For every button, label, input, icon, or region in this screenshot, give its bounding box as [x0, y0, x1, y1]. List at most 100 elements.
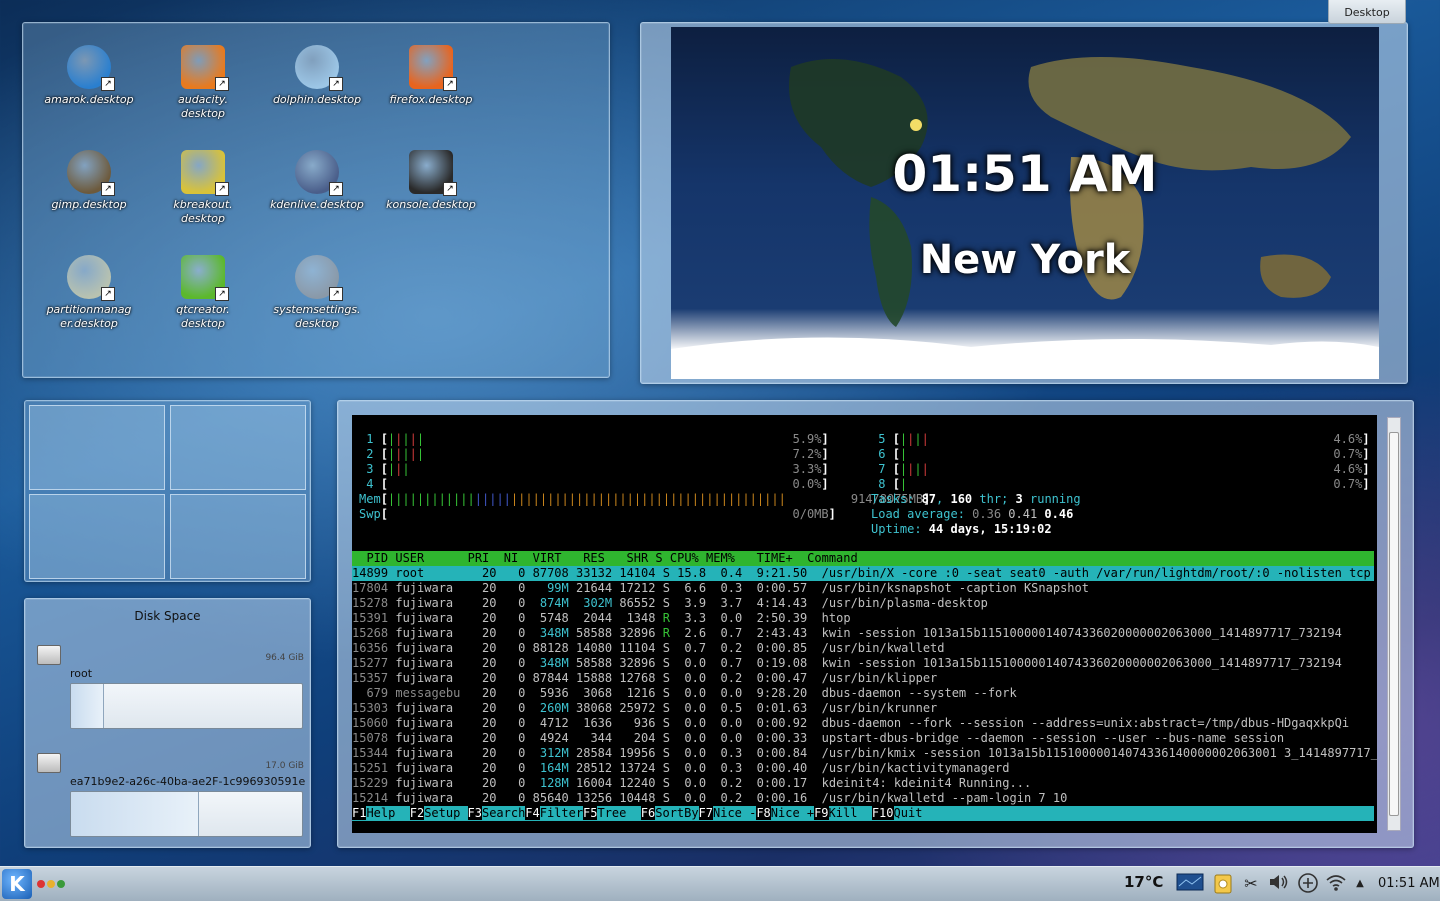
desktop-icon-partitionmanager[interactable]: ↗ partitionmanag er.desktop — [37, 255, 141, 331]
desktop-icon-firefox[interactable]: ↗ firefox.desktop — [379, 45, 483, 107]
desktop-icon-systemsettings[interactable]: ↗ systemsettings. desktop — [265, 255, 369, 331]
pager-desktop-2[interactable] — [170, 405, 306, 490]
disk-name: root — [70, 667, 93, 680]
activity-yellow-dot-icon[interactable] — [47, 880, 55, 888]
clock-time: 01:51 AM — [892, 145, 1158, 203]
clipboard-icon[interactable] — [1212, 872, 1234, 896]
desktop-icon-label-line2: er.desktop — [60, 317, 118, 330]
desktop-icon-amarok[interactable]: ↗ amarok.desktop — [37, 45, 141, 107]
pager-desktop-1[interactable] — [29, 405, 165, 490]
scissors-icon[interactable]: ✂ — [1240, 872, 1262, 896]
shortcut-arrow-icon: ↗ — [101, 182, 115, 196]
disk-name: ea71b9e2-a26c-40ba-ae2F-1c996930591e — [70, 775, 306, 788]
cpu-meter-6: 6 [| 0.7%] — [871, 447, 1370, 461]
activity-green-dot-icon[interactable] — [57, 880, 65, 888]
htop-fkey-f3[interactable]: F3Search — [467, 806, 525, 821]
desktop-icon-kdenlive[interactable]: ↗ kdenlive.desktop — [265, 150, 369, 212]
htop-process-row[interactable]: 15060 fujiwara 20 0 4712 1636 936 S 0.0 … — [352, 716, 1374, 731]
htop-process-row[interactable]: 15277 fujiwara 20 0 348M 58588 32896 S 0… — [352, 656, 1374, 671]
cpu-meter-7: 7 [|||| 4.6%] — [871, 462, 1370, 476]
htop-process-row[interactable]: 15303 fujiwara 20 0 260M 38068 25972 S 0… — [352, 701, 1374, 716]
htop-process-row[interactable]: 15344 fujiwara 20 0 312M 28584 19956 S 0… — [352, 746, 1377, 761]
konsole-icon: ↗ — [409, 150, 457, 196]
htop-process-row[interactable]: 15229 fujiwara 20 0 128M 16004 12240 S 0… — [352, 776, 1374, 791]
shortcut-arrow-icon: ↗ — [215, 287, 229, 301]
htop-process-row[interactable]: 15268 fujiwara 20 0 348M 58588 32896 R 2… — [352, 626, 1374, 641]
pager-desktop-3[interactable] — [29, 494, 165, 579]
disk-usage-bar[interactable] — [70, 791, 303, 837]
htop-fkey-f4[interactable]: F4Filter — [525, 806, 583, 821]
htop-fkey-f5[interactable]: F5Tree — [583, 806, 641, 821]
pager-widget — [24, 400, 311, 582]
terminal-widget: 1 [||||| 5.9%] 2 [||||| 7.2%] 3 [||| 3.3… — [337, 400, 1414, 848]
disk-usage-fill — [71, 792, 200, 836]
htop-fkey-f10[interactable]: F10Quit — [871, 806, 937, 821]
shortcut-arrow-icon: ↗ — [329, 77, 343, 91]
volume-icon[interactable] — [1267, 872, 1291, 896]
swap-meter: Swp[ 0/0MB] — [359, 507, 836, 521]
amarok-icon: ↗ — [67, 45, 115, 91]
htop-process-row[interactable]: 15078 fujiwara 20 0 4924 344 204 S 0.0 0… — [352, 731, 1374, 746]
htop-function-keys: F1Help F2Setup F3Search F4Filter F5Tree F6… — [352, 806, 1374, 821]
desktop-icon-audacity[interactable]: ↗ audacity. desktop — [151, 45, 255, 121]
htop-fkey-f8[interactable]: F8Nice + — [756, 806, 814, 821]
world-clock-widget: 01:51 AM New York — [640, 22, 1408, 384]
systemsettings-icon: ↗ — [295, 255, 343, 301]
kbreakout-icon: ↗ — [181, 150, 229, 196]
disk-usage-fill — [71, 684, 105, 728]
htop-fkey-f7[interactable]: F7Nice - — [698, 806, 756, 821]
activity-red-dot-icon[interactable] — [37, 880, 45, 888]
htop-fkey-f6[interactable]: F6SortBy — [640, 806, 699, 821]
wifi-icon[interactable] — [1324, 872, 1348, 896]
htop-process-row[interactable]: 15251 fujiwara 20 0 164M 28512 13724 S 0… — [352, 761, 1374, 776]
htop-tasks: Tasks: 87, 160 thr; 3 running — [871, 492, 1081, 506]
htop-process-row[interactable]: 679 messagebu 20 0 5936 3068 1216 S 0.0 … — [352, 686, 1374, 701]
kde-menu-button[interactable]: K — [2, 869, 32, 899]
audacity-icon: ↗ — [181, 45, 229, 91]
htop-fkey-f2[interactable]: F2Setup — [409, 806, 468, 821]
htop-process-row[interactable]: 17804 fujiwara 20 0 99M 21644 17212 S 6.… — [352, 581, 1374, 596]
shortcut-arrow-icon: ↗ — [215, 77, 229, 91]
weather-temperature[interactable]: 17°C — [1124, 873, 1163, 891]
desktop-icon-label-line2: desktop — [181, 317, 225, 330]
desktop-icon-label: dolphin.desktop — [272, 93, 362, 106]
desktop-icon-label: systemsettings. — [273, 303, 361, 316]
htop-fkey-f1[interactable]: F1Help — [352, 806, 410, 821]
htop-fkey-f9[interactable]: F9Kill — [814, 806, 872, 821]
htop-uptime: Uptime: 44 days, 15:19:02 — [871, 522, 1052, 536]
htop-process-row[interactable]: 16356 fujiwara 20 0 88128 14080 11104 S … — [352, 641, 1374, 656]
expand-arrow-icon[interactable]: ▲ — [1352, 872, 1368, 896]
disk-space-title: Disk Space — [134, 609, 201, 623]
desktop-icon-dolphin[interactable]: ↗ dolphin.desktop — [265, 45, 369, 107]
htop-process-row[interactable]: 15391 fujiwara 20 0 5748 2044 1348 R 3.3… — [352, 611, 1374, 626]
desktop-toolbox-tab[interactable]: Desktop — [1328, 0, 1406, 24]
htop-process-row[interactable]: 15214 fujiwara 20 0 85640 13256 10448 S … — [352, 791, 1374, 806]
htop-terminal[interactable]: 1 [||||| 5.9%] 2 [||||| 7.2%] 3 [||| 3.3… — [352, 415, 1377, 833]
cpu-meter-5: 5 [|||| 4.6%] — [871, 432, 1370, 446]
network-icon[interactable] — [1296, 872, 1320, 896]
htop-process-row[interactable]: 14899 root 20 0 87708 33132 14104 S 15.8… — [352, 566, 1374, 581]
cpu-meter-1: 1 [||||| 5.9%] — [359, 432, 829, 446]
terminal-scrollbar[interactable] — [1387, 417, 1401, 831]
monitor-icon[interactable] — [1176, 872, 1204, 896]
desktop-folder-view: ↗ amarok.desktop ↗ audacity. desktop ↗ dolphin… — [22, 22, 610, 378]
desktop-icon-konsole[interactable]: ↗ konsole.desktop — [379, 150, 483, 212]
hard-drive-icon — [37, 753, 61, 773]
qtcreator-icon: ↗ — [181, 255, 229, 301]
clock-city: New York — [919, 237, 1131, 283]
firefox-icon: ↗ — [409, 45, 457, 91]
htop-column-header[interactable]: PID USER PRI NI VIRT RES SHR S CPU% MEM%… — [352, 551, 1374, 566]
desktop-icon-qtcreator[interactable]: ↗ qtcreator. desktop — [151, 255, 255, 331]
htop-process-row[interactable]: 15278 fujiwara 20 0 874M 302M 86552 S 3.… — [352, 596, 1374, 611]
digital-clock[interactable]: 01:51 AM — [1378, 876, 1440, 891]
pager-desktop-4[interactable] — [170, 494, 306, 579]
desktop-icon-label: amarok.desktop — [44, 93, 134, 106]
taskbar: K 17°C ✂ ▲ 01:51 AM — [0, 866, 1440, 901]
disk-usage-bar[interactable] — [70, 683, 303, 729]
world-map: 01:51 AM New York — [671, 27, 1379, 379]
htop-load-average: Load average: 0.36 0.41 0.46 — [871, 507, 1074, 521]
desktop-icon-kbreakout[interactable]: ↗ kbreakout. desktop — [151, 150, 255, 226]
htop-process-row[interactable]: 15357 fujiwara 20 0 87844 15888 12768 S … — [352, 671, 1374, 686]
desktop-icon-gimp[interactable]: ↗ gimp.desktop — [37, 150, 141, 212]
shortcut-arrow-icon: ↗ — [443, 182, 457, 196]
